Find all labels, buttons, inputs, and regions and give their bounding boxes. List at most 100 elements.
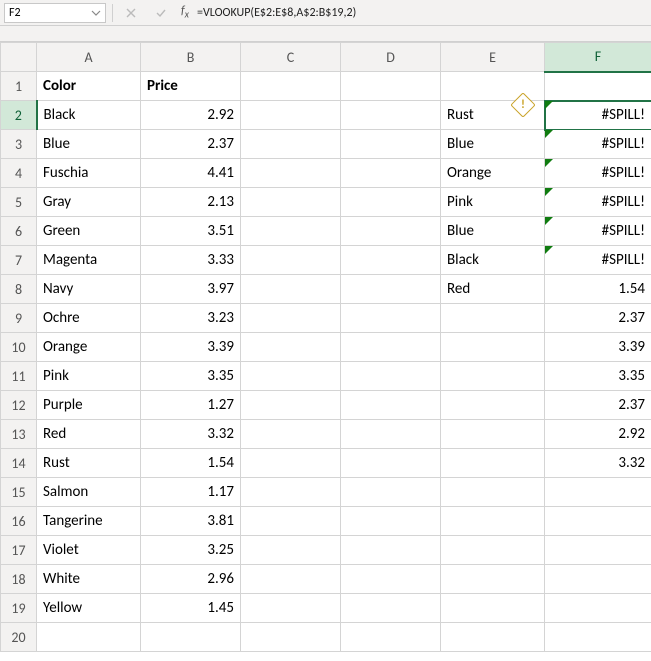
cell-C6[interactable] — [241, 217, 341, 246]
cell-F9[interactable]: 2.37 — [545, 304, 651, 333]
row-header-6[interactable]: 6 — [1, 217, 37, 246]
cell-B15[interactable]: 1.17 — [141, 478, 241, 507]
cell-C2[interactable] — [241, 101, 341, 130]
cell-B5[interactable]: 2.13 — [141, 188, 241, 217]
cell-D17[interactable] — [341, 536, 441, 565]
cell-A15[interactable]: Salmon — [37, 478, 141, 507]
cell-F20[interactable] — [545, 623, 651, 652]
cell-E18[interactable] — [441, 565, 545, 594]
row-header-9[interactable]: 9 — [1, 304, 37, 333]
row-header-19[interactable]: 19 — [1, 594, 37, 623]
name-box[interactable]: F2 — [4, 3, 106, 23]
cell-A3[interactable]: Blue — [37, 130, 141, 159]
cell-E7[interactable]: Black — [441, 246, 545, 275]
cell-D5[interactable] — [341, 188, 441, 217]
cell-E3[interactable]: Blue — [441, 130, 545, 159]
cell-A5[interactable]: Gray — [37, 188, 141, 217]
cell-F3[interactable]: #SPILL! — [545, 130, 651, 159]
cell-F14[interactable]: 3.32 — [545, 449, 651, 478]
cell-C18[interactable] — [241, 565, 341, 594]
cell-B4[interactable]: 4.41 — [141, 159, 241, 188]
row-header-10[interactable]: 10 — [1, 333, 37, 362]
cell-D2[interactable] — [341, 101, 441, 130]
cell-C5[interactable] — [241, 188, 341, 217]
cell-F13[interactable]: 2.92 — [545, 420, 651, 449]
cell-A2[interactable]: Black — [37, 101, 141, 130]
row-header-18[interactable]: 18 — [1, 565, 37, 594]
cell-F4[interactable]: #SPILL! — [545, 159, 651, 188]
cell-E13[interactable] — [441, 420, 545, 449]
cell-E5[interactable]: Pink — [441, 188, 545, 217]
cell-A14[interactable]: Rust — [37, 449, 141, 478]
cell-C10[interactable] — [241, 333, 341, 362]
cell-D9[interactable] — [341, 304, 441, 333]
cell-A9[interactable]: Ochre — [37, 304, 141, 333]
row-header-11[interactable]: 11 — [1, 362, 37, 391]
cell-B11[interactable]: 3.35 — [141, 362, 241, 391]
cell-A17[interactable]: Violet — [37, 536, 141, 565]
cell-A11[interactable]: Pink — [37, 362, 141, 391]
cell-A19[interactable]: Yellow — [37, 594, 141, 623]
enter-formula-button[interactable] — [149, 3, 173, 23]
cell-D10[interactable] — [341, 333, 441, 362]
cell-C11[interactable] — [241, 362, 341, 391]
cell-C4[interactable] — [241, 159, 341, 188]
cell-D3[interactable] — [341, 130, 441, 159]
cell-E4[interactable]: Orange — [441, 159, 545, 188]
cell-C14[interactable] — [241, 449, 341, 478]
cell-A1[interactable]: Color — [37, 72, 141, 101]
cell-D7[interactable] — [341, 246, 441, 275]
cell-C16[interactable] — [241, 507, 341, 536]
cell-B20[interactable] — [141, 623, 241, 652]
cell-F19[interactable] — [545, 594, 651, 623]
col-header-F[interactable]: F — [545, 43, 651, 72]
cell-A18[interactable]: White — [37, 565, 141, 594]
cell-F8[interactable]: 1.54 — [545, 275, 651, 304]
cell-A8[interactable]: Navy — [37, 275, 141, 304]
cell-C12[interactable] — [241, 391, 341, 420]
cell-D19[interactable] — [341, 594, 441, 623]
spreadsheet-grid[interactable]: A B C D E F 1 Color Price 2 Black 2.92 R… — [0, 42, 651, 652]
cell-B19[interactable]: 1.45 — [141, 594, 241, 623]
cell-E16[interactable] — [441, 507, 545, 536]
fx-label[interactable]: fx — [179, 4, 191, 20]
cell-C20[interactable] — [241, 623, 341, 652]
cell-B16[interactable]: 3.81 — [141, 507, 241, 536]
cell-A16[interactable]: Tangerine — [37, 507, 141, 536]
row-header-1[interactable]: 1 — [1, 72, 37, 101]
row-header-16[interactable]: 16 — [1, 507, 37, 536]
cell-C17[interactable] — [241, 536, 341, 565]
cell-A7[interactable]: Magenta — [37, 246, 141, 275]
cell-D1[interactable] — [341, 72, 441, 101]
cell-B17[interactable]: 3.25 — [141, 536, 241, 565]
cell-E15[interactable] — [441, 478, 545, 507]
select-all-corner[interactable] — [1, 43, 37, 72]
cell-C9[interactable] — [241, 304, 341, 333]
row-header-8[interactable]: 8 — [1, 275, 37, 304]
cell-E17[interactable] — [441, 536, 545, 565]
formula-input[interactable]: =VLOOKUP(E$2:E$8,A$2:B$19,2) — [197, 6, 651, 20]
row-header-4[interactable]: 4 — [1, 159, 37, 188]
cell-B9[interactable]: 3.23 — [141, 304, 241, 333]
cell-F1[interactable] — [545, 72, 651, 101]
cell-C13[interactable] — [241, 420, 341, 449]
cell-D15[interactable] — [341, 478, 441, 507]
cell-B2[interactable]: 2.92 — [141, 101, 241, 130]
row-header-20[interactable]: 20 — [1, 623, 37, 652]
cell-E20[interactable] — [441, 623, 545, 652]
cell-C3[interactable] — [241, 130, 341, 159]
col-header-E[interactable]: E — [441, 43, 545, 72]
cell-B3[interactable]: 2.37 — [141, 130, 241, 159]
row-header-5[interactable]: 5 — [1, 188, 37, 217]
row-header-14[interactable]: 14 — [1, 449, 37, 478]
cell-D16[interactable] — [341, 507, 441, 536]
row-header-17[interactable]: 17 — [1, 536, 37, 565]
cell-D12[interactable] — [341, 391, 441, 420]
cell-B8[interactable]: 3.97 — [141, 275, 241, 304]
cell-B18[interactable]: 2.96 — [141, 565, 241, 594]
cell-A12[interactable]: Purple — [37, 391, 141, 420]
cell-E9[interactable] — [441, 304, 545, 333]
row-header-3[interactable]: 3 — [1, 130, 37, 159]
cell-A20[interactable] — [37, 623, 141, 652]
cell-D4[interactable] — [341, 159, 441, 188]
